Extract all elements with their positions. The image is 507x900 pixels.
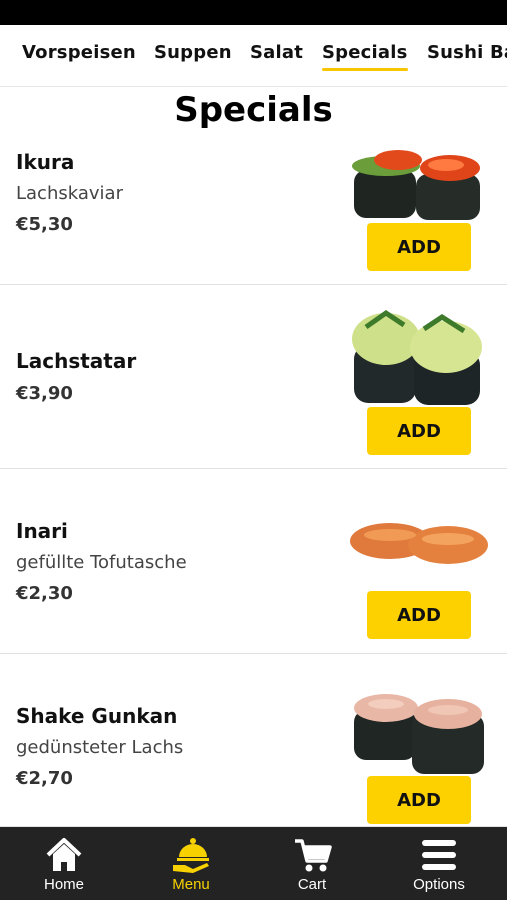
- shake-gunkan-sushi-image: [354, 694, 484, 774]
- nav-options[interactable]: Options: [376, 827, 502, 900]
- menu-item-lachstatar: Lachstatar €3,90 ADD: [0, 285, 507, 469]
- item-price: €5,30: [16, 214, 73, 235]
- item-description: gedünsteter Lachs: [16, 737, 184, 758]
- bottom-nav-bar: Home Menu Cart Options: [0, 827, 507, 900]
- item-name: Lachstatar: [16, 349, 137, 373]
- nav-menu-label: Menu: [172, 876, 210, 893]
- item-name: Ikura: [16, 150, 75, 174]
- item-description: gefüllte Tofutasche: [16, 552, 187, 573]
- menu-item-ikura: Ikura Lachskaviar €5,30 ADD: [0, 138, 507, 285]
- inari-sushi-image: [350, 523, 488, 564]
- nav-cart-label: Cart: [297, 876, 327, 893]
- lachstatar-sushi-image: [352, 309, 482, 405]
- item-description: Lachskaviar: [16, 183, 123, 204]
- ikura-sushi-image: [352, 150, 480, 220]
- nav-home[interactable]: Home: [1, 827, 127, 900]
- cart-icon: [295, 839, 332, 872]
- status-bar: [0, 0, 507, 25]
- home-icon: [46, 838, 82, 871]
- add-button[interactable]: ADD: [367, 223, 471, 271]
- add-button[interactable]: ADD: [367, 591, 471, 639]
- category-tabs: Vorspeisen Suppen Salat Specials Sushi B…: [0, 25, 507, 87]
- nav-options-label: Options: [413, 876, 465, 893]
- section-title: Specials: [174, 90, 333, 130]
- tab-specials[interactable]: Specials: [322, 42, 408, 71]
- tab-suppen[interactable]: Suppen: [154, 42, 232, 63]
- waiter-bell-icon: [173, 838, 209, 873]
- item-name: Shake Gunkan: [16, 704, 178, 728]
- add-button[interactable]: ADD: [367, 776, 471, 824]
- item-price: €2,30: [16, 583, 73, 604]
- add-button[interactable]: ADD: [367, 407, 471, 455]
- item-price: €2,70: [16, 768, 73, 789]
- nav-cart[interactable]: Cart: [249, 827, 375, 900]
- tab-sushi-bar[interactable]: Sushi Ba: [427, 42, 507, 63]
- menu-item-inari: Inari gefüllte Tofutasche €2,30 ADD: [0, 469, 507, 654]
- nav-home-label: Home: [43, 876, 84, 893]
- item-price: €3,90: [16, 383, 73, 404]
- tab-salat[interactable]: Salat: [250, 42, 303, 63]
- nav-menu[interactable]: Menu: [128, 827, 254, 900]
- item-name: Inari: [16, 519, 68, 543]
- menu-item-shake-gunkan: Shake Gunkan gedünsteter Lachs €2,70 ADD: [0, 654, 507, 827]
- hamburger-menu-icon: [422, 840, 456, 870]
- tab-vorspeisen[interactable]: Vorspeisen: [22, 42, 136, 63]
